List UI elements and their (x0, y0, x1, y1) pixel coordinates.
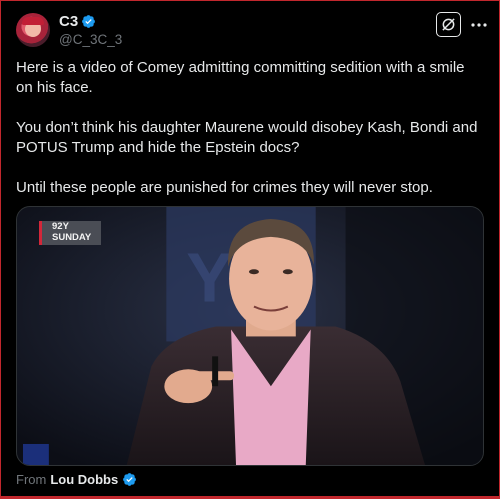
post-paragraph: You don’t think his daughter Maurene wou… (16, 119, 478, 156)
post-paragraph: Until these people are punished for crim… (16, 179, 433, 196)
verified-badge-icon (123, 473, 137, 486)
video-player[interactable]: Y9 92Y SUNDAY (16, 206, 484, 466)
grok-button[interactable] (436, 12, 461, 37)
grok-icon (442, 18, 455, 31)
handle[interactable]: @C_3C_3 (59, 31, 122, 48)
source-name[interactable]: Lou Dobbs (50, 472, 118, 487)
avatar-hat (22, 17, 44, 25)
verified-badge-icon (82, 15, 96, 28)
post-header: C3 @C_3C_3 (16, 12, 484, 48)
post-paragraph: Here is a video of Comey admitting commi… (16, 59, 465, 96)
watermark-line1: 92Y (52, 221, 69, 232)
post-text: Here is a video of Comey admitting commi… (16, 58, 484, 218)
more-options-icon (471, 23, 487, 27)
source-prefix: From (16, 472, 47, 487)
author-names: C3 @C_3C_3 (59, 13, 122, 48)
display-name-row: C3 (59, 13, 122, 31)
watermark-line2: SUNDAY (52, 232, 92, 243)
video-watermark: 92Y SUNDAY (39, 221, 101, 245)
video-source: From Lou Dobbs (16, 472, 137, 487)
display-name[interactable]: C3 (59, 13, 78, 31)
more-options-button[interactable] (470, 16, 488, 34)
video-frame: Y9 (17, 207, 483, 465)
avatar[interactable] (16, 13, 50, 47)
